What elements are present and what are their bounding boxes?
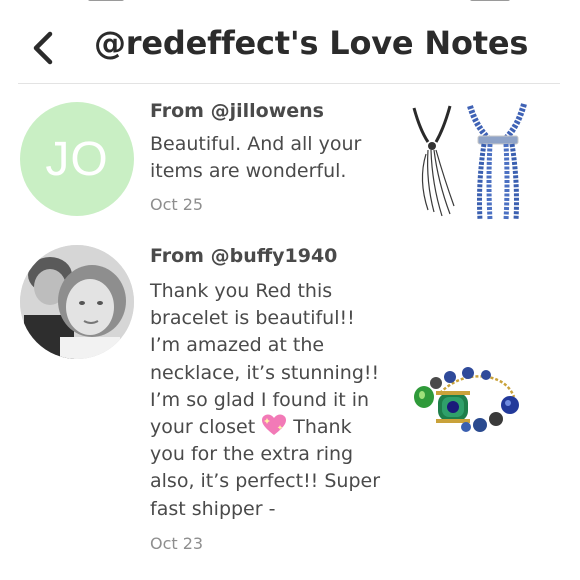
necklaces-thumbnail[interactable] xyxy=(404,102,536,224)
page-title: @redeffect's Love Notes xyxy=(94,24,529,62)
status-bar-fragment xyxy=(88,0,124,1)
status-bar-fragment xyxy=(470,0,510,1)
love-note: From @buffy1940 Thank you Red this brace… xyxy=(0,245,580,570)
note-date: Oct 25 xyxy=(150,195,204,214)
header: @redeffect's Love Notes xyxy=(0,0,580,84)
chevron-left-icon xyxy=(33,31,53,65)
note-sender[interactable]: From @jillowens xyxy=(150,100,324,122)
avatar-initials: JO xyxy=(45,132,109,186)
note-text: Beautiful. And all your items are wonder… xyxy=(150,133,362,183)
sparkling-heart-icon xyxy=(261,414,287,436)
love-note: JO From @jillowens Beautiful. And all yo… xyxy=(0,100,580,235)
note-sender[interactable]: From @buffy1940 xyxy=(150,245,337,267)
avatar[interactable] xyxy=(20,245,134,359)
header-divider xyxy=(18,83,560,84)
avatar[interactable]: JO xyxy=(20,102,134,216)
note-text: Thank you Red this bracelet is beautiful… xyxy=(150,278,382,523)
note-date: Oct 23 xyxy=(150,534,204,553)
bracelet-thumbnail[interactable] xyxy=(410,363,522,443)
user-photo xyxy=(20,245,134,359)
back-button[interactable] xyxy=(28,28,62,68)
